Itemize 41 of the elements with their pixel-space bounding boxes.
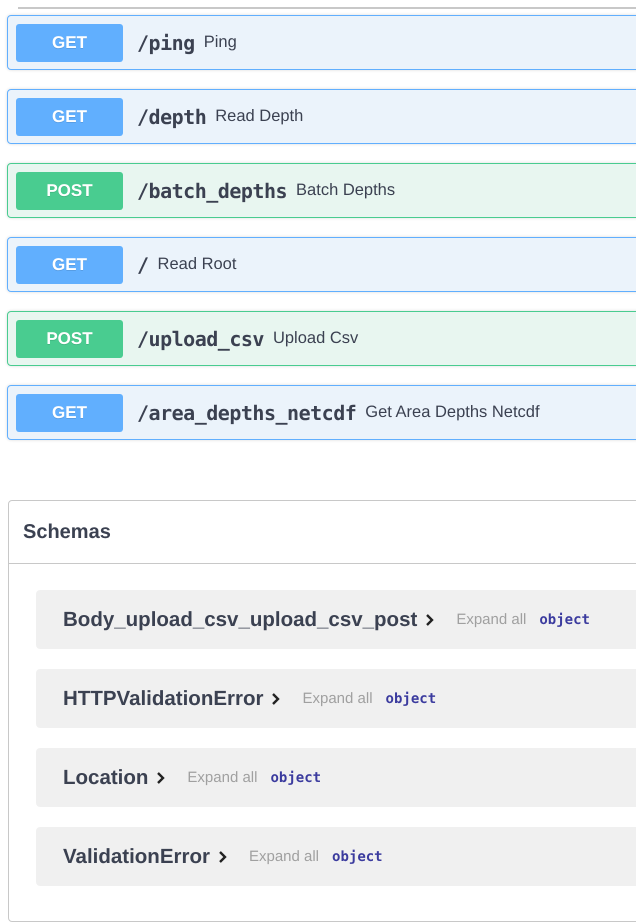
operation-bar[interactable]: GET / Read Root: [7, 237, 636, 292]
method-badge: POST: [16, 172, 123, 210]
schema-row[interactable]: Body_upload_csv_upload_csv_post Expand all object: [36, 590, 636, 649]
schema-name: Location: [63, 766, 148, 790]
method-badge: GET: [16, 98, 123, 136]
chevron-icon: [425, 612, 434, 626]
method-badge: POST: [16, 320, 123, 358]
schema-row[interactable]: HTTPValidationError Expand all object: [36, 669, 636, 728]
endpoint-summary: Ping: [204, 33, 237, 52]
endpoint-summary: Upload Csv: [272, 329, 358, 348]
schema-name: ValidationError: [63, 844, 210, 868]
endpoint-path: /area_depths_netcdf: [137, 400, 356, 424]
endpoint-summary: Read Depth: [215, 107, 304, 126]
schema-type: object: [386, 690, 436, 706]
schema-row[interactable]: Location Expand all object: [36, 748, 636, 807]
chevron-icon: [218, 850, 227, 864]
schema-name: HTTPValidationError: [63, 686, 264, 710]
schema-name: Body_upload_csv_upload_csv_post: [63, 608, 418, 632]
chevron-icon: [271, 692, 280, 706]
operation-bar[interactable]: POST /upload_csv Upload Csv: [7, 311, 636, 366]
method-badge: GET: [16, 246, 123, 284]
schema-type: object: [539, 612, 590, 628]
operation-bar[interactable]: POST /batch_depths Batch Depths: [7, 163, 636, 218]
endpoint-summary: Batch Depths: [296, 181, 396, 200]
operation-bar[interactable]: GET /ping Ping: [7, 15, 636, 70]
schema-type: object: [270, 770, 322, 786]
schema-row[interactable]: ValidationError Expand all object: [36, 827, 636, 886]
endpoint-summary: Get Area Depths Netcdf: [365, 403, 540, 422]
endpoint-path: /batch_depths: [137, 178, 288, 202]
schema-type: object: [332, 848, 383, 864]
endpoint-path: /depth: [137, 104, 206, 128]
endpoint-path: /: [137, 252, 149, 276]
operation-bar[interactable]: GET /area_depths_netcdf Get Area Depths Netcdf: [7, 385, 636, 440]
endpoint-path: /upload_csv: [137, 326, 264, 350]
endpoint-summary: Read Root: [158, 255, 236, 274]
method-badge: GET: [16, 394, 123, 432]
section-title: Schemas: [23, 520, 111, 544]
method-badge: GET: [16, 24, 123, 62]
operation-bar[interactable]: GET /depth Read Depth: [7, 89, 636, 144]
endpoint-path: /ping: [137, 30, 195, 54]
chevron-icon: [156, 770, 166, 784]
